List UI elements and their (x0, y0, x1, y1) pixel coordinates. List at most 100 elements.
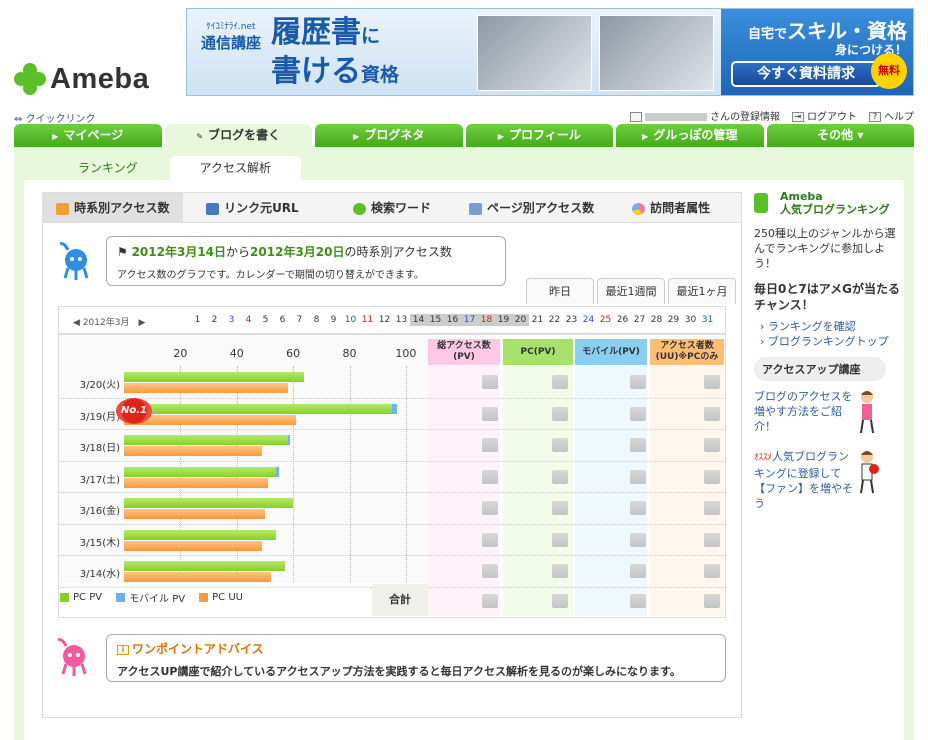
masked-sum-cell (704, 594, 720, 608)
calendar-day[interactable]: 19 (495, 314, 512, 326)
tool-tab-page-access[interactable]: ページ別アクセス数 (462, 193, 602, 222)
calendar-day[interactable]: 24 (580, 314, 597, 326)
calendar-day[interactable]: 18 (478, 314, 495, 326)
tool-tab-visitor-attributes[interactable]: 訪問者属性 (601, 193, 741, 222)
access-up-course-link[interactable]: ブログのアクセスを増やす方法をご紹介！ (754, 389, 854, 435)
tool-tab-search-words[interactable]: 検索ワード (322, 193, 462, 222)
user-util-links: さんの登録情報 ⇥ ログアウト ? ヘルプ (630, 108, 914, 123)
ranking-top-link[interactable]: › ブログランキングトップ (760, 334, 904, 349)
col-pc-pv: PC(PV) (503, 339, 573, 365)
masked-count-cell (482, 564, 498, 578)
sum-label: 合計 (372, 584, 428, 616)
calendar-days: 1 2 3 4 5 6 7 8 9 10 11 12 13 14 15 16 17 18 19 20 21 22 23 24 2… (189, 314, 716, 326)
calendar-day[interactable]: 6 (274, 314, 291, 326)
calendar-day[interactable]: 20 (512, 314, 529, 326)
logout-link[interactable]: ⇥ ログアウト (792, 108, 857, 123)
calendar-day[interactable]: 10 (342, 314, 359, 326)
calendar-day[interactable]: 4 (240, 314, 257, 326)
tool-tab-hourly[interactable]: 時系別アクセス数 (43, 193, 183, 222)
calendar-day[interactable]: 31 (699, 314, 716, 326)
banner-cta-area[interactable]: 自宅でスキル・資格 身につける！ 今すぐ資料請求 無料 (721, 9, 913, 95)
prev-month-icon[interactable]: ◀ (73, 318, 83, 328)
ranking-header[interactable]: Ameba 人気ブログランキング (754, 190, 904, 216)
masked-count-cell (552, 438, 568, 452)
calendar-month: ◀ 2012年3月 ▶ (73, 315, 145, 328)
nav-other[interactable]: その他 ▾ (766, 124, 914, 147)
calendar-day[interactable]: 8 (308, 314, 325, 326)
calendar-day[interactable]: 3 (223, 314, 240, 326)
calendar-day[interactable]: 14 (410, 314, 427, 326)
masked-count-cell (482, 501, 498, 515)
masked-count-cell (704, 438, 720, 452)
calendar-day[interactable]: 22 (546, 314, 563, 326)
quicklink[interactable]: ⇔ クイックリンク (14, 110, 96, 125)
banner-right-title: スキル・資格 (787, 19, 907, 43)
calendar-day[interactable]: 28 (648, 314, 665, 326)
arrow-right-icon: ▶ (497, 132, 504, 141)
row-divider (60, 523, 726, 525)
ameba-logo[interactable]: Ameba (14, 62, 174, 96)
advice-title: i ワンポイントアドバイス (117, 640, 715, 657)
legend-uu: PC UU (199, 592, 243, 603)
help-link[interactable]: ? ヘルプ (869, 108, 914, 123)
masked-count-cell (630, 532, 646, 547)
calendar-day[interactable]: 13 (393, 314, 410, 326)
banner-title-line2: 書ける (271, 54, 361, 89)
x-tick-label: 80 (342, 347, 357, 360)
calendar-day[interactable]: 29 (665, 314, 682, 326)
period-yesterday[interactable]: 昨日 (526, 278, 594, 304)
period-suffix: の時系別アクセス数 (344, 245, 452, 259)
pc-column (503, 366, 573, 616)
calendar-day[interactable]: 21 (529, 314, 546, 326)
calendar-day[interactable]: 7 (291, 314, 308, 326)
ranking-brand: Ameba (780, 190, 823, 203)
nav-profile[interactable]: ▶ プロフィール (465, 124, 613, 147)
calendar-day[interactable]: 26 (614, 314, 631, 326)
next-month-icon[interactable]: ▶ (129, 318, 145, 328)
calendar-day[interactable]: 25 (597, 314, 614, 326)
banner-right-small: 自宅で (747, 27, 787, 42)
period-week[interactable]: 最近1週間 (597, 278, 665, 304)
masked-count-cell (704, 469, 720, 484)
sidebar: Ameba 人気ブログランキング 250種以上のジャンルから選んでランキングに参加… (754, 190, 904, 511)
period-month[interactable]: 最近1ヶ月 (668, 278, 736, 304)
x-tick-label: 60 (286, 347, 301, 360)
subtab-ranking[interactable]: ランキング (54, 156, 162, 180)
calendar-day[interactable]: 9 (325, 314, 342, 326)
bar-pc-uu (124, 477, 268, 488)
calendar-day[interactable]: 11 (359, 314, 376, 326)
help-icon: ? (869, 112, 881, 122)
nav-blog-neta[interactable]: ▶ ブログネタ (315, 124, 463, 147)
masked-sum-cell (630, 594, 646, 608)
banner-cta-button[interactable]: 今すぐ資料請求 (731, 61, 881, 87)
nav-mypage[interactable]: ▶ マイページ (14, 124, 162, 147)
bar-pc-pv (124, 561, 285, 571)
calendar-day[interactable]: 12 (376, 314, 393, 326)
calendar-day[interactable]: 27 (631, 314, 648, 326)
calendar-day[interactable]: 15 (427, 314, 444, 326)
nav-write-blog[interactable]: ✎ ブログを書く (164, 124, 312, 147)
calendar-day[interactable]: 1 (189, 314, 206, 326)
masked-count-cell (482, 438, 498, 452)
tool-tab-referrer[interactable]: リンク元URL (183, 193, 323, 222)
tool-tab-label: 時系別アクセス数 (74, 201, 170, 215)
ad-banner[interactable]: ｹｲｺﾐﾅﾗｲ.net 通信講座 履歴書に 書ける資格 自宅でスキル・資格 身に… (186, 8, 914, 96)
bar-pc-uu (124, 572, 271, 582)
calendar-day[interactable]: 2 (206, 314, 223, 326)
flag-icon: ⚑ (117, 245, 132, 259)
bar-pc-uu (124, 509, 265, 519)
calendar-day[interactable]: 16 (444, 314, 461, 326)
ranking-check-link[interactable]: › ランキングを確認 (760, 319, 904, 334)
calendar-day[interactable]: 5 (257, 314, 274, 326)
bar-mobile-pv (287, 435, 291, 445)
bar-mobile-pv (276, 466, 280, 477)
masked-username (645, 113, 707, 121)
nav-group-manage[interactable]: ▶ グルっぽの管理 (616, 124, 764, 147)
calendar-day[interactable]: 17 (461, 314, 478, 326)
banner-provider-name: 通信講座 (200, 34, 261, 52)
row-date-label: 3/14(水) (79, 569, 120, 580)
registration-link[interactable]: さんの登録情報 (630, 108, 780, 123)
calendar-day[interactable]: 30 (682, 314, 699, 326)
subtab-analytics[interactable]: アクセス解析 (169, 156, 302, 180)
calendar-day[interactable]: 23 (563, 314, 580, 326)
